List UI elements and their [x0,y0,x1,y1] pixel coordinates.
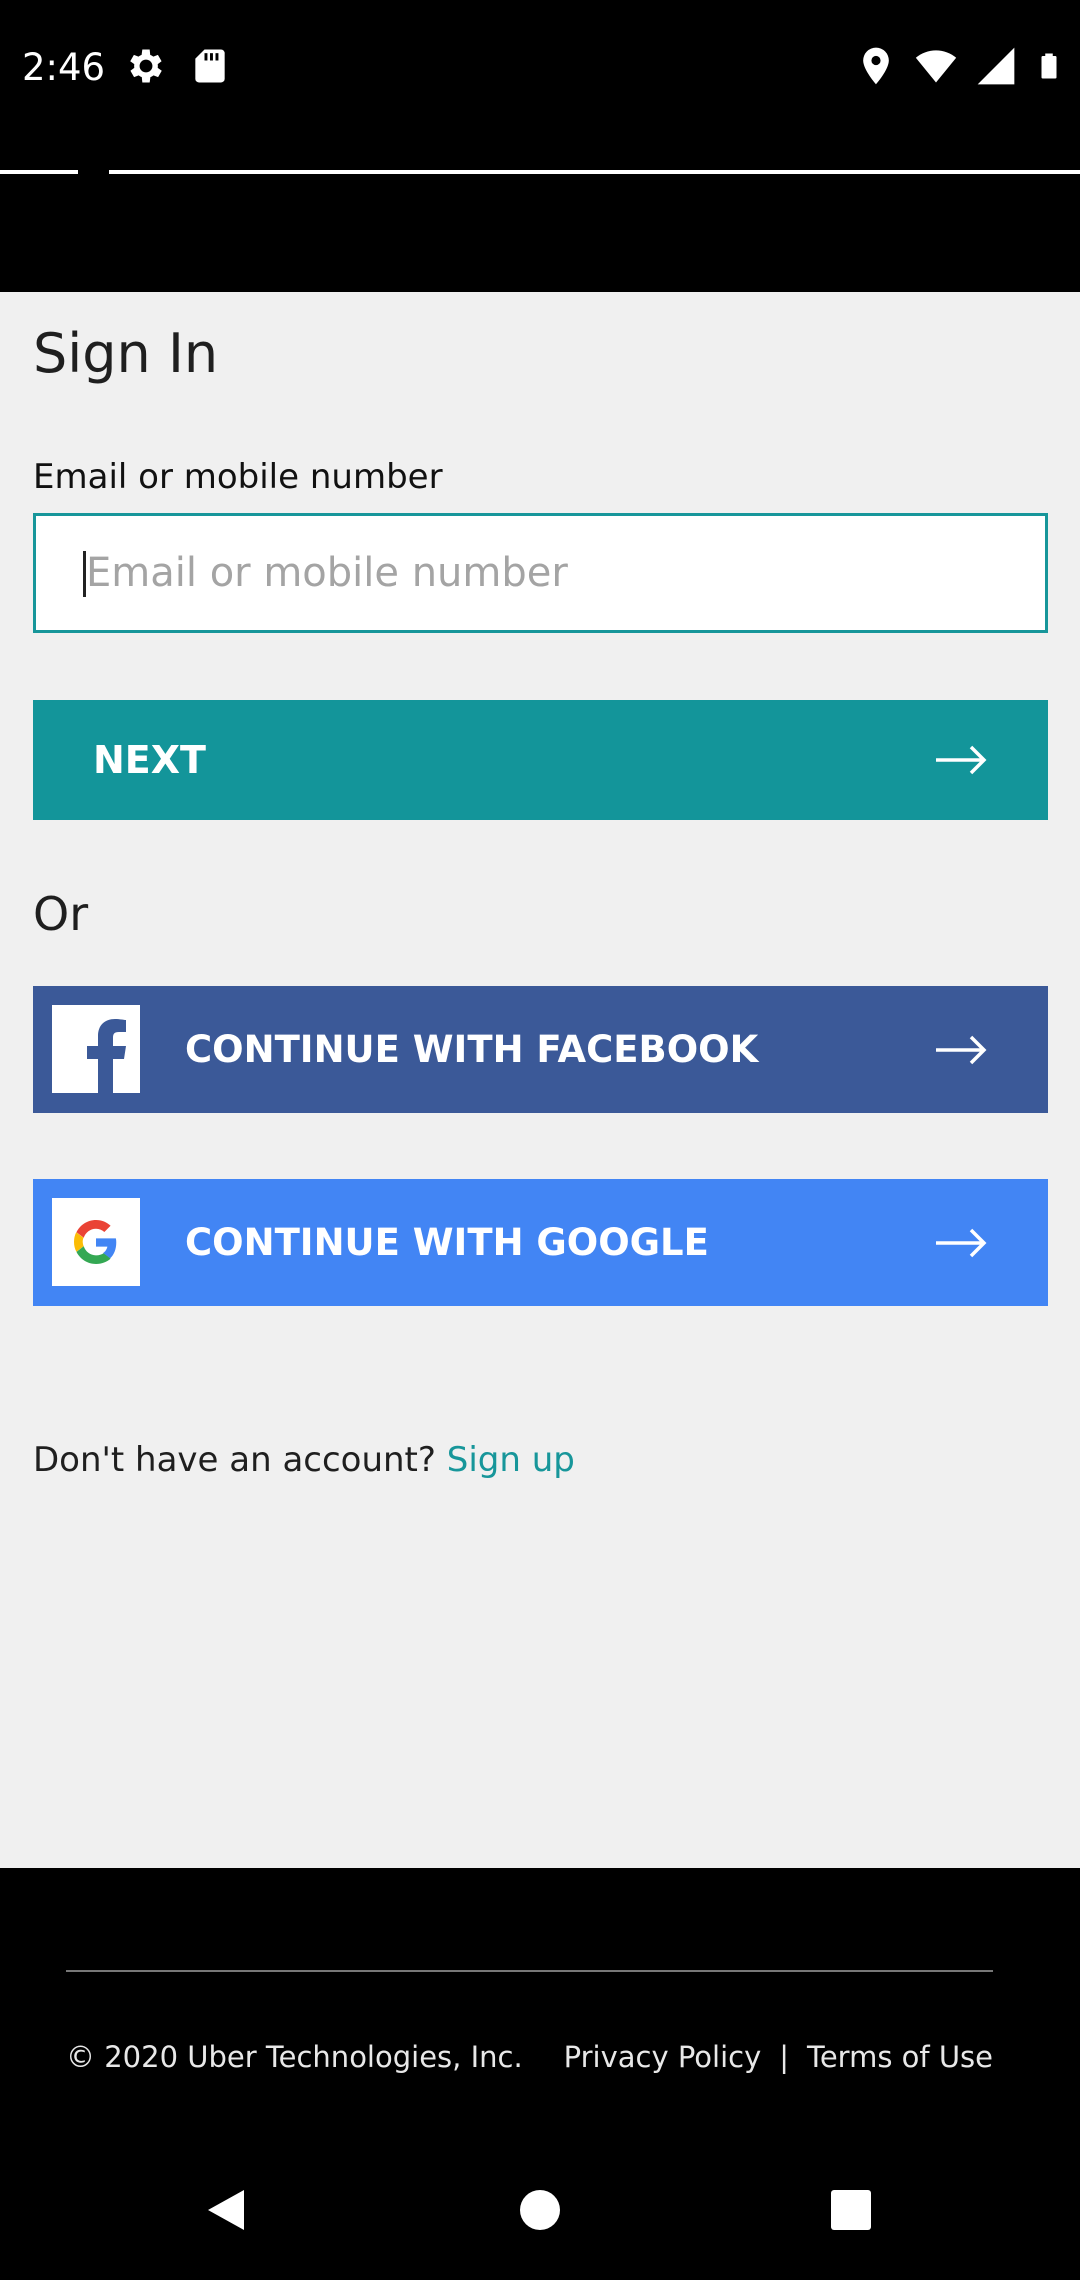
copyright-text: © 2020 Uber Technologies, Inc. [66,2040,523,2074]
privacy-policy-link[interactable]: Privacy Policy [564,2040,762,2074]
facebook-logo-icon [52,1005,140,1093]
back-icon[interactable] [204,2188,248,2232]
sign-up-link[interactable]: Sign up [447,1440,575,1480]
text-cursor [83,551,86,597]
footer-links: Privacy Policy | Terms of Use [564,2040,993,2074]
home-icon[interactable] [518,2188,562,2232]
status-left-icons [124,44,232,88]
google-logo-icon [52,1198,140,1286]
arrow-right-icon [936,1228,987,1257]
signup-prompt: Don't have an account? Sign up [33,1440,575,1480]
status-time: 2:46 [22,46,106,89]
next-button[interactable]: NEXT [33,700,1048,820]
sign-in-form: Sign In Email or mobile number NEXT Or C… [0,292,1080,1868]
facebook-button-label: CONTINUE WITH FACEBOOK [185,1028,759,1071]
cell-signal-icon [977,47,1015,85]
arrow-right-icon [936,745,987,775]
status-bar: 2:46 [0,0,1080,135]
system-navigation-bar [0,2138,1080,2280]
terms-of-use-link[interactable]: Terms of Use [807,2040,993,2074]
recents-icon[interactable] [829,2188,873,2232]
progress-line-right [109,170,1080,174]
page-title: Sign In [33,322,219,385]
no-account-text: Don't have an account? [33,1440,436,1480]
email-field[interactable] [33,513,1048,633]
next-button-label: NEXT [93,738,206,782]
status-right-icons [854,44,1064,88]
email-field-label: Email or mobile number [33,457,443,497]
header-bar [0,135,1080,292]
footer-separator: | [779,2040,790,2074]
footer-divider [66,1970,993,1972]
continue-with-facebook-button[interactable]: CONTINUE WITH FACEBOOK [33,986,1048,1113]
sd-card-icon [195,49,225,83]
footer: © 2020 Uber Technologies, Inc. Privacy P… [0,1868,1080,2138]
battery-icon [1041,53,1057,79]
location-icon [863,47,889,85]
arrow-right-icon [936,1035,987,1064]
google-button-label: CONTINUE WITH GOOGLE [185,1221,709,1264]
gear-icon [130,49,162,83]
or-divider-text: Or [33,887,89,941]
wifi-icon [915,50,957,83]
continue-with-google-button[interactable]: CONTINUE WITH GOOGLE [33,1179,1048,1306]
progress-line-left [0,170,78,174]
